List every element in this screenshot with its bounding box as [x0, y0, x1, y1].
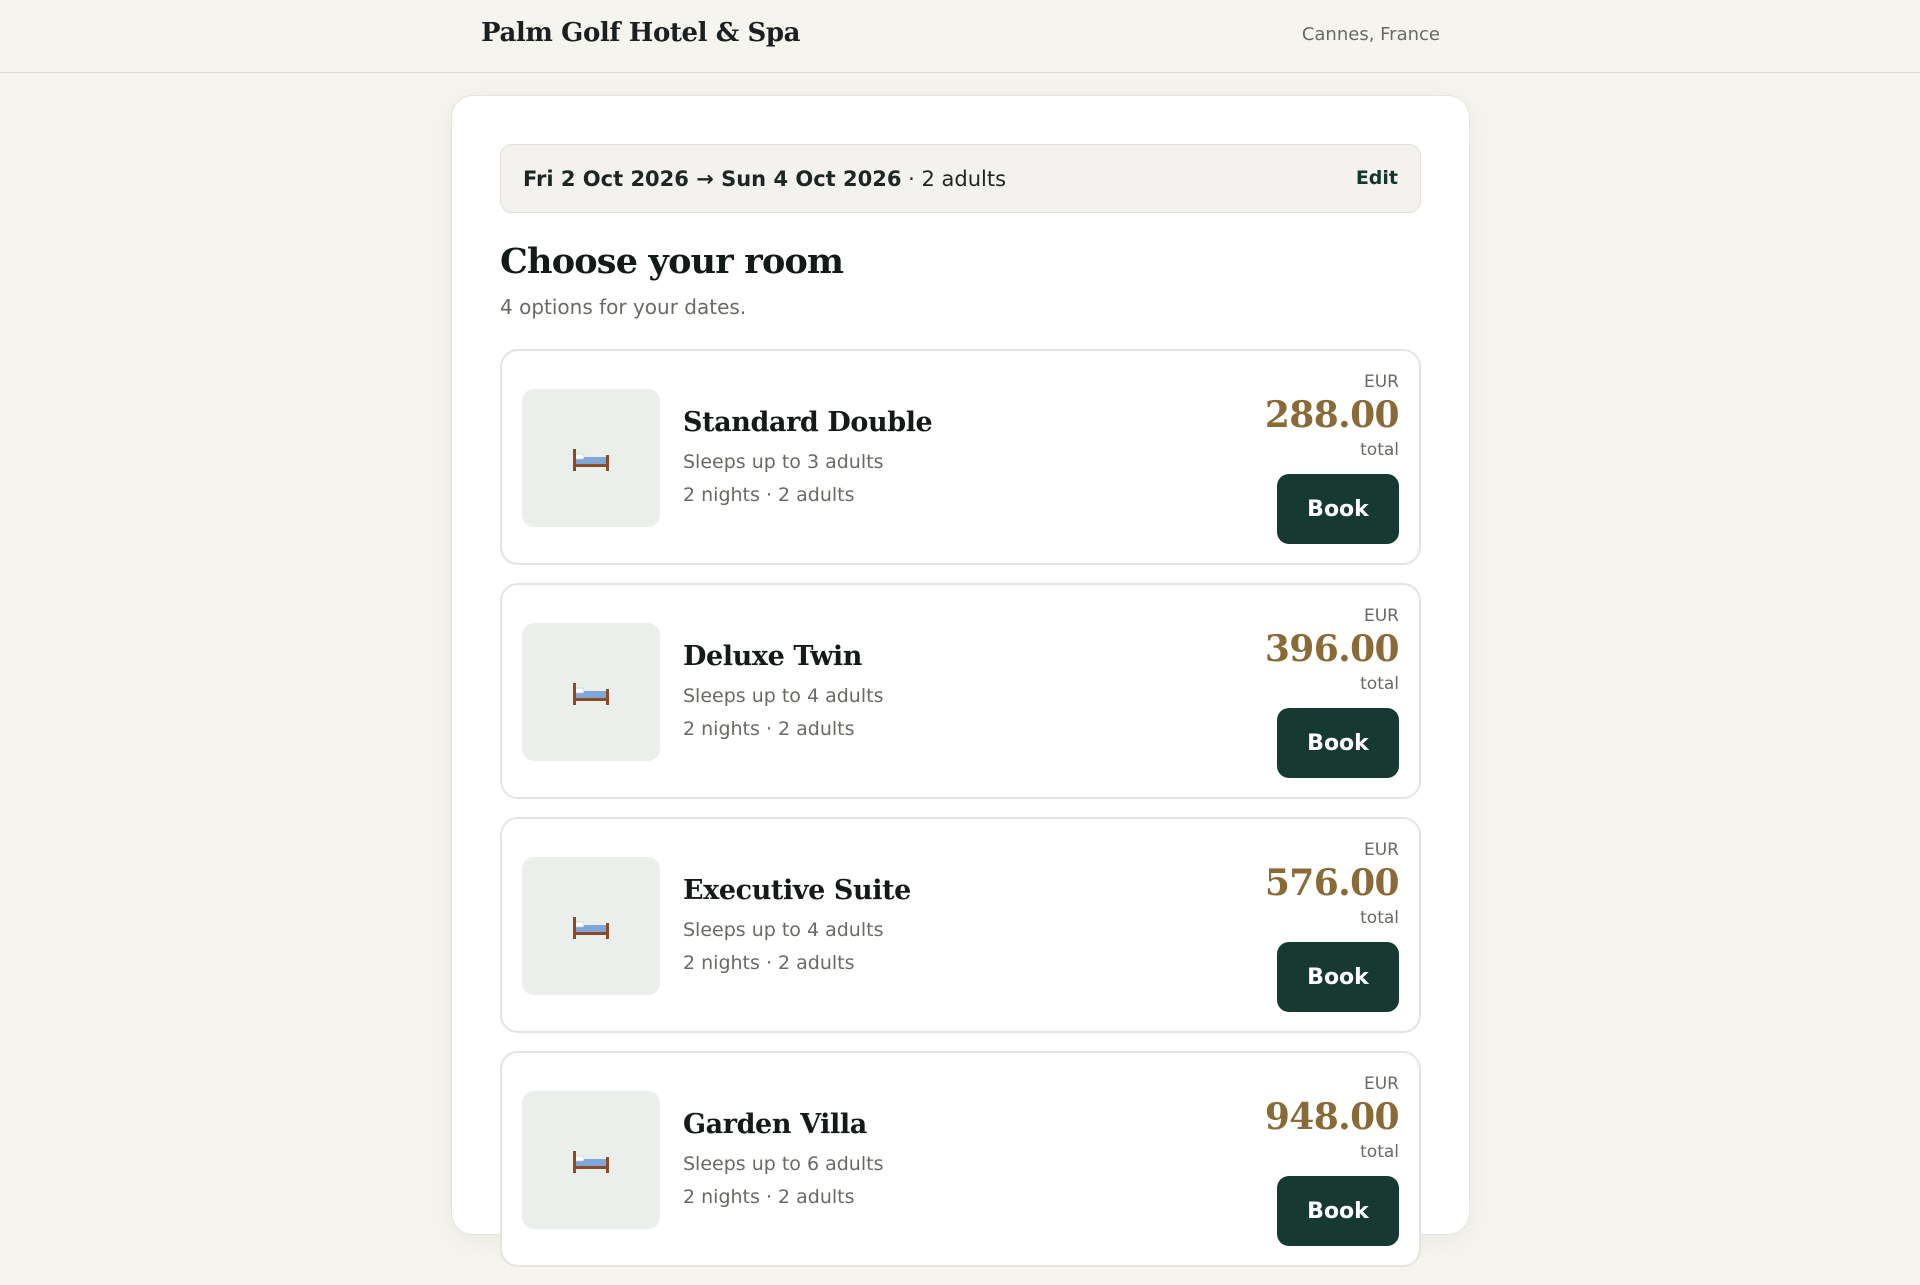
bed-icon — [573, 1151, 609, 1173]
room-price: EUR 948.00 total — [1264, 1073, 1400, 1165]
hotel-brand[interactable]: Palm Golf Hotel & Spa — [481, 18, 801, 48]
room-name: Standard Double — [683, 407, 933, 438]
room-card: Garden Villa Sleeps up to 6 adults 2 nig… — [500, 1051, 1421, 1267]
room-list: Standard Double Sleeps up to 3 adults 2 … — [500, 349, 1421, 1285]
price-currency: EUR — [1364, 606, 1399, 626]
bed-icon — [573, 917, 609, 939]
book-button[interactable]: Book — [1277, 474, 1399, 544]
room-capacity: Sleeps up to 6 adults — [683, 1153, 884, 1175]
room-thumbnail — [522, 1091, 660, 1229]
room-stay-details: 2 nights · 2 adults — [683, 718, 855, 740]
bed-icon — [573, 683, 609, 705]
search-summary: Fri 2 Oct 2026 → Sun 4 Oct 2026 · 2 adul… — [500, 144, 1421, 213]
top-bar: Palm Golf Hotel & Spa Cannes, France — [0, 0, 1920, 73]
book-button[interactable]: Book — [1277, 1176, 1399, 1246]
summary-separator: · — [901, 167, 922, 191]
bed-icon — [573, 449, 609, 471]
book-button[interactable]: Book — [1277, 942, 1399, 1012]
guest-count: 2 adults — [921, 167, 1007, 191]
room-capacity: Sleeps up to 4 adults — [683, 919, 884, 941]
room-stay-details: 2 nights · 2 adults — [683, 1186, 855, 1208]
room-price: EUR 288.00 total — [1264, 371, 1400, 463]
price-amount: 948.00 — [1264, 1096, 1400, 1138]
price-note: total — [1360, 1142, 1399, 1162]
edit-search-link[interactable]: Edit — [1356, 167, 1398, 189]
price-currency: EUR — [1364, 372, 1399, 392]
room-name: Executive Suite — [683, 875, 911, 906]
price-amount: 396.00 — [1264, 628, 1400, 670]
page-title: Choose your room — [500, 241, 844, 282]
price-note: total — [1360, 674, 1399, 694]
options-count: 4 options for your dates. — [500, 295, 747, 319]
price-note: total — [1360, 908, 1399, 928]
room-thumbnail — [522, 389, 660, 527]
room-name: Garden Villa — [683, 1109, 867, 1140]
room-capacity: Sleeps up to 4 adults — [683, 685, 884, 707]
stay-dates: Fri 2 Oct 2026 → Sun 4 Oct 2026 — [523, 167, 902, 191]
room-card: Deluxe Twin Sleeps up to 4 adults 2 nigh… — [500, 583, 1421, 799]
room-card: Executive Suite Sleeps up to 4 adults 2 … — [500, 817, 1421, 1033]
room-price: EUR 576.00 total — [1264, 839, 1400, 931]
room-stay-details: 2 nights · 2 adults — [683, 484, 855, 506]
room-card: Standard Double Sleeps up to 3 adults 2 … — [500, 349, 1421, 565]
price-amount: 288.00 — [1264, 394, 1400, 436]
hotel-location: Cannes, France — [1301, 24, 1440, 45]
room-name: Deluxe Twin — [683, 641, 863, 672]
booking-panel: Fri 2 Oct 2026 → Sun 4 Oct 2026 · 2 adul… — [451, 95, 1470, 1267]
room-thumbnail — [522, 857, 660, 995]
price-currency: EUR — [1364, 840, 1399, 860]
room-price: EUR 396.00 total — [1264, 605, 1400, 697]
search-summary-text: Fri 2 Oct 2026 → Sun 4 Oct 2026 · 2 adul… — [523, 167, 1006, 191]
room-thumbnail — [522, 623, 660, 761]
price-currency: EUR — [1364, 1074, 1399, 1094]
price-amount: 576.00 — [1264, 862, 1400, 904]
room-stay-details: 2 nights · 2 adults — [683, 952, 855, 974]
room-capacity: Sleeps up to 3 adults — [683, 451, 884, 473]
price-note: total — [1360, 440, 1399, 460]
book-button[interactable]: Book — [1277, 708, 1399, 778]
